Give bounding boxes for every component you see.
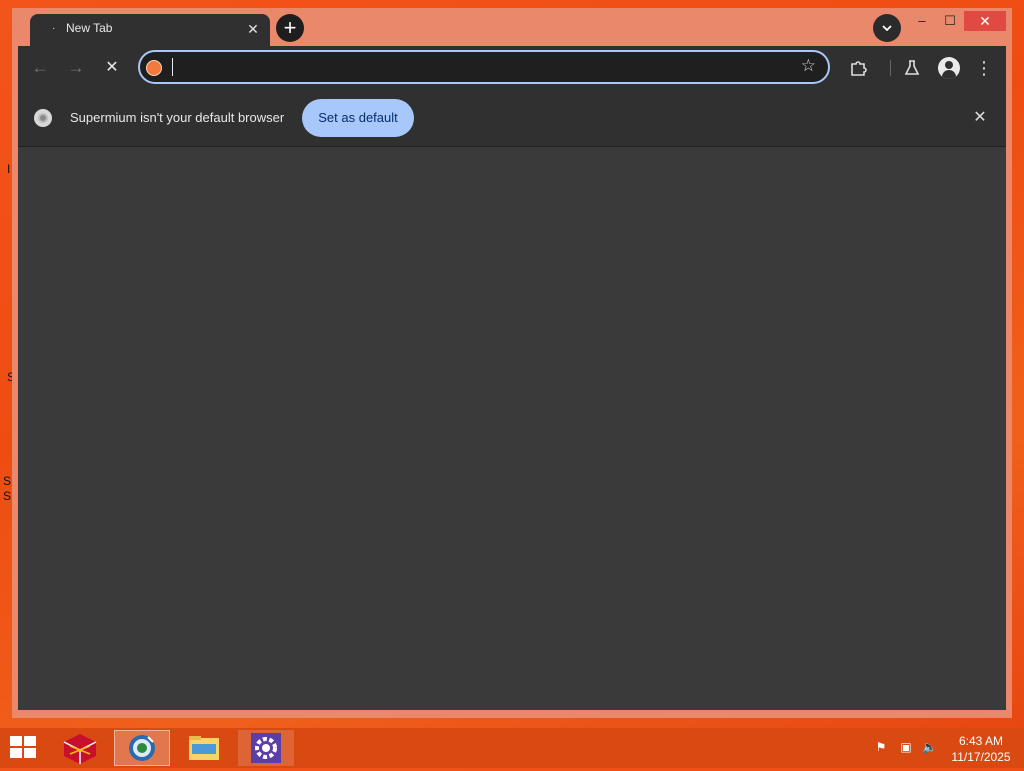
title-bar[interactable]: · New Tab ✕ + – ☐ ✕ — [12, 8, 1012, 46]
clock-date[interactable]: 11/17/2025 — [948, 750, 1014, 764]
file-explorer-app[interactable] — [176, 730, 232, 766]
avatar-head — [945, 61, 953, 69]
star-icon[interactable]: ☆ — [801, 56, 816, 76]
page-content[interactable] — [18, 147, 1006, 710]
infobar-message: Supermium isn't your default browser — [70, 110, 285, 125]
browser-logo-icon — [34, 109, 52, 127]
minimize-button[interactable]: – — [908, 11, 936, 31]
action-center-flag-icon[interactable]: ⚑ — [874, 740, 888, 756]
settings-app[interactable] — [238, 730, 294, 766]
default-browser-infobar: Supermium isn't your default browser Set… — [18, 90, 1006, 147]
clock-time[interactable]: 6:43 AM — [950, 734, 1012, 748]
extensions-icon[interactable] — [846, 56, 870, 80]
winrar-app[interactable] — [52, 730, 108, 766]
tab-new-tab[interactable]: · New Tab ✕ — [30, 14, 270, 46]
address-input[interactable] — [168, 57, 768, 77]
supermium-icon — [129, 735, 155, 761]
folder-icon — [189, 736, 219, 760]
loading-icon: · — [52, 23, 56, 34]
avatar-body — [942, 70, 956, 79]
back-button[interactable]: ← — [30, 58, 50, 78]
maximize-button[interactable]: ☐ — [936, 11, 964, 31]
tab-close-icon[interactable]: ✕ — [244, 20, 262, 38]
stop-button[interactable]: ✕ — [102, 58, 122, 78]
chevron-down-icon — [882, 25, 892, 32]
desktop-icon-label: S — [3, 489, 12, 503]
tab-title: New Tab — [66, 21, 113, 35]
puzzle-icon — [851, 61, 867, 76]
set-as-default-button[interactable]: Set as default — [302, 99, 414, 137]
toolbar-separator — [890, 60, 891, 76]
new-tab-button[interactable]: + — [276, 14, 304, 42]
toolbar: ← → ✕ ☆ ⋮ — [18, 46, 1006, 90]
labs-icon[interactable] — [900, 56, 924, 80]
start-button[interactable] — [10, 736, 38, 760]
infobar-close-icon[interactable]: ✕ — [970, 108, 990, 128]
profile-icon[interactable] — [938, 57, 960, 79]
omnibox[interactable]: ☆ — [138, 50, 830, 84]
supermium-app[interactable] — [114, 730, 170, 766]
tab-search-button[interactable] — [873, 14, 901, 42]
forward-button[interactable]: → — [66, 58, 86, 78]
site-info-icon[interactable] — [146, 60, 162, 76]
flask-icon — [904, 60, 920, 75]
winrar-icon — [63, 734, 97, 764]
desktop-icon-label: I — [7, 162, 11, 176]
browser-window: · New Tab ✕ + – ☐ ✕ ← → ✕ ☆ ⋮ Supermium … — [12, 8, 1012, 718]
volume-muted-icon[interactable]: 🔈 — [922, 740, 937, 756]
menu-icon[interactable]: ⋮ — [972, 56, 996, 80]
desktop-icon-label: S — [3, 474, 12, 488]
taskbar: ⚑ ▣ 🔈 6:43 AM 11/17/2025 — [0, 728, 1024, 768]
network-icon[interactable]: ▣ — [899, 740, 913, 756]
close-window-button[interactable]: ✕ — [964, 11, 1006, 31]
gear-icon — [251, 733, 281, 763]
